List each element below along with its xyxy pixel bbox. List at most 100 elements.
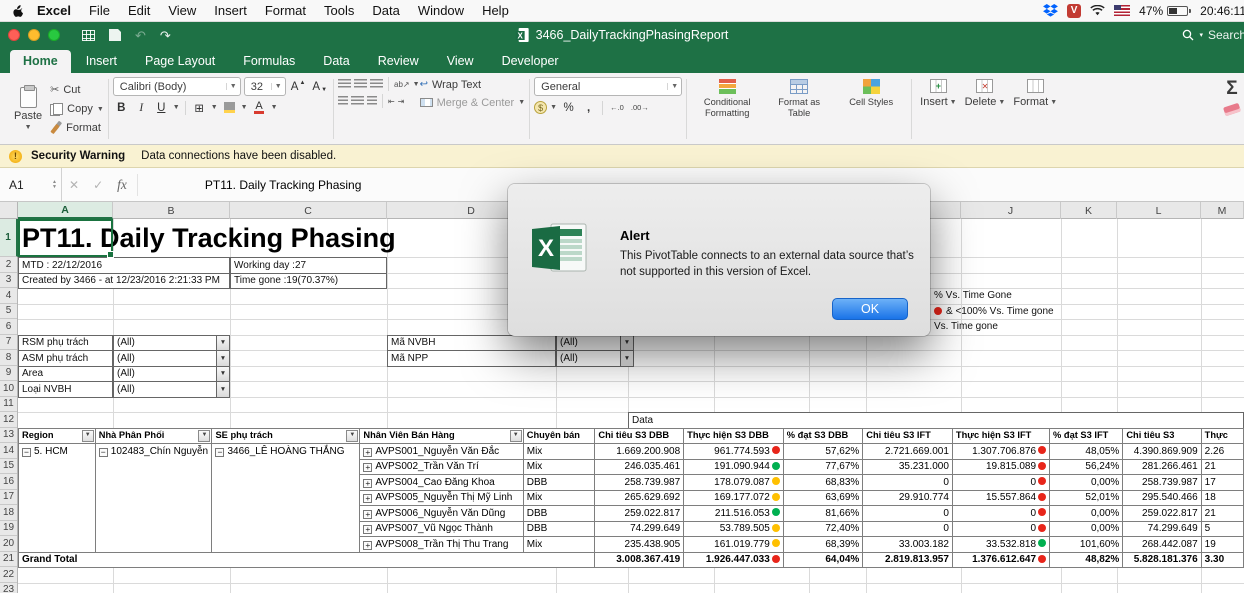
pivot-header-filter-icon[interactable]: ▼	[198, 430, 210, 443]
col-header-B[interactable]: B	[113, 202, 230, 219]
dialog-ok-button[interactable]: OK	[832, 298, 908, 320]
row-header-6[interactable]: 6	[0, 319, 17, 335]
pivot-header-ch-ti-u-s3[interactable]: Chỉ tiêu S3	[1123, 428, 1201, 444]
menu-view[interactable]: View	[159, 3, 205, 18]
cancel-entry-icon[interactable]: ✕	[69, 178, 79, 192]
align-left-button[interactable]	[338, 96, 348, 106]
tab-page-layout[interactable]: Page Layout	[132, 50, 228, 73]
decrease-indent-button[interactable]: ⇤	[388, 97, 395, 106]
font-name-select[interactable]: Calibri (Body)▼	[113, 77, 241, 96]
expand-collapse-button[interactable]: +	[363, 448, 372, 457]
insert-cells-button[interactable]: +Insert▼	[916, 77, 960, 141]
row-header-14[interactable]: 14	[0, 443, 17, 459]
menu-edit[interactable]: Edit	[119, 3, 159, 18]
orientation-button[interactable]: ab↗	[394, 80, 410, 89]
row-header-3[interactable]: 3	[0, 273, 17, 289]
bold-button[interactable]: B	[113, 99, 130, 116]
expand-collapse-button[interactable]: +	[363, 525, 372, 534]
format-as-table-button[interactable]: Format as Table	[763, 77, 835, 141]
autosum-button[interactable]: Σ	[1226, 79, 1237, 98]
pivot-header-nh-n-vi-n-b-n-h-ng[interactable]: Nhân Viên Bán Hàng▼	[360, 428, 523, 444]
comma-style-button[interactable]: ,	[580, 99, 597, 116]
filter-m-npp-value[interactable]: (All)▼	[556, 350, 634, 367]
pivot-header-t-s3-ift[interactable]: % đạt S3 IFT	[1050, 428, 1123, 444]
decrease-font-size-button[interactable]: A▼	[310, 78, 329, 95]
pivot-header-region[interactable]: Region▼	[19, 428, 96, 444]
conditional-formatting-button[interactable]: Conditional Formatting	[691, 77, 763, 141]
filter-area-value[interactable]: (All)▼	[113, 366, 230, 383]
col-header-J[interactable]: J	[961, 202, 1061, 219]
underline-button[interactable]: U	[153, 99, 170, 116]
wifi-icon[interactable]	[1090, 5, 1105, 16]
row-header-12[interactable]: 12	[0, 412, 17, 428]
tab-home[interactable]: Home	[10, 50, 71, 73]
filter-asm-ph-tr-ch-value[interactable]: (All)▼	[113, 350, 230, 367]
menubar-clock[interactable]: 20:46:11	[1200, 4, 1244, 18]
align-center-button[interactable]	[351, 96, 364, 106]
align-top-button[interactable]	[338, 79, 351, 89]
row-header-4[interactable]: 4	[0, 288, 17, 304]
input-language-flag-icon[interactable]	[1114, 5, 1130, 16]
row-header-13[interactable]: 13	[0, 428, 17, 444]
expand-collapse-button[interactable]: −	[22, 448, 31, 457]
zoom-window-button[interactable]	[48, 29, 60, 41]
pivot-header-se-ph-tr-ch[interactable]: SE phụ trách▼	[212, 428, 360, 444]
row-header-7[interactable]: 7	[0, 335, 17, 351]
expand-collapse-button[interactable]: +	[363, 479, 372, 488]
merge-center-button[interactable]: Merge & Center▼	[420, 95, 526, 110]
menu-format[interactable]: Format	[256, 3, 315, 18]
format-cells-button[interactable]: Format▼	[1009, 77, 1061, 141]
increase-decimal-button[interactable]: ←.0	[608, 99, 626, 116]
filter-rsm-ph-tr-ch-value[interactable]: (All)▼	[113, 335, 230, 352]
menu-excel[interactable]: Excel	[28, 3, 80, 18]
paste-button[interactable]: Paste ▼	[6, 77, 50, 141]
menu-file[interactable]: File	[80, 3, 119, 18]
pivot-header-chuy-n-b-n[interactable]: Chuyên bán	[523, 428, 595, 444]
row-header-15[interactable]: 15	[0, 459, 17, 475]
row-header-2[interactable]: 2	[0, 257, 17, 273]
minimize-window-button[interactable]	[28, 29, 40, 41]
undo-icon[interactable]: ↶	[135, 29, 146, 42]
clear-button[interactable]	[1223, 103, 1241, 117]
align-right-button[interactable]	[367, 96, 377, 106]
expand-collapse-button[interactable]: +	[363, 494, 372, 503]
pivot-header-th-c[interactable]: Thực	[1201, 428, 1243, 444]
accounting-format-button[interactable]: $	[534, 101, 547, 114]
expand-collapse-button[interactable]: +	[363, 510, 372, 519]
pivot-header-ch-ti-u-s3-dbb[interactable]: Chỉ tiêu S3 DBB	[595, 428, 684, 444]
search-field[interactable]: ▾ Search	[1182, 28, 1244, 42]
filter-lo-i-nvbh-dropdown-button[interactable]: ▼	[216, 382, 229, 397]
filter-asm-ph-tr-ch-dropdown-button[interactable]: ▼	[216, 351, 229, 366]
save-icon[interactable]	[109, 29, 121, 41]
insert-function-icon[interactable]: fx	[117, 177, 127, 193]
row-header-22[interactable]: 22	[0, 567, 17, 583]
pivot-header-th-c-hi-n-s3-ift[interactable]: Thực hiện S3 IFT	[952, 428, 1049, 444]
pivot-header-ch-ti-u-s3-ift[interactable]: Chỉ tiêu S3 IFT	[863, 428, 953, 444]
increase-indent-button[interactable]: ⇥	[398, 97, 405, 106]
expand-collapse-button[interactable]: +	[363, 541, 372, 550]
menu-help[interactable]: Help	[473, 3, 518, 18]
row-header-21[interactable]: 21	[0, 552, 17, 568]
menu-insert[interactable]: Insert	[205, 3, 256, 18]
tab-insert[interactable]: Insert	[73, 50, 130, 73]
close-window-button[interactable]	[8, 29, 20, 41]
redo-icon[interactable]: ↷	[160, 29, 171, 42]
font-size-select[interactable]: 32▼	[244, 77, 286, 96]
filter-area-dropdown-button[interactable]: ▼	[216, 367, 229, 382]
col-header-L[interactable]: L	[1117, 202, 1201, 219]
row-header-17[interactable]: 17	[0, 490, 17, 506]
pivot-header-t-s3-dbb[interactable]: % đạt S3 DBB	[783, 428, 862, 444]
filter-m-nvbh-dropdown-button[interactable]: ▼	[620, 336, 633, 351]
pivot-header-filter-icon[interactable]: ▼	[346, 430, 358, 443]
row-header-8[interactable]: 8	[0, 350, 17, 366]
row-header-18[interactable]: 18	[0, 505, 17, 521]
col-header-K[interactable]: K	[1061, 202, 1117, 219]
menu-data[interactable]: Data	[363, 3, 408, 18]
toolbar-grid-icon[interactable]	[82, 30, 95, 41]
row-header-1[interactable]: 1	[0, 219, 18, 257]
menu-tools[interactable]: Tools	[315, 3, 363, 18]
select-all-corner[interactable]	[0, 202, 18, 219]
filter-rsm-ph-tr-ch-dropdown-button[interactable]: ▼	[216, 336, 229, 351]
pivot-header-filter-icon[interactable]: ▼	[510, 430, 522, 443]
battery-status[interactable]: 47%	[1139, 4, 1191, 18]
